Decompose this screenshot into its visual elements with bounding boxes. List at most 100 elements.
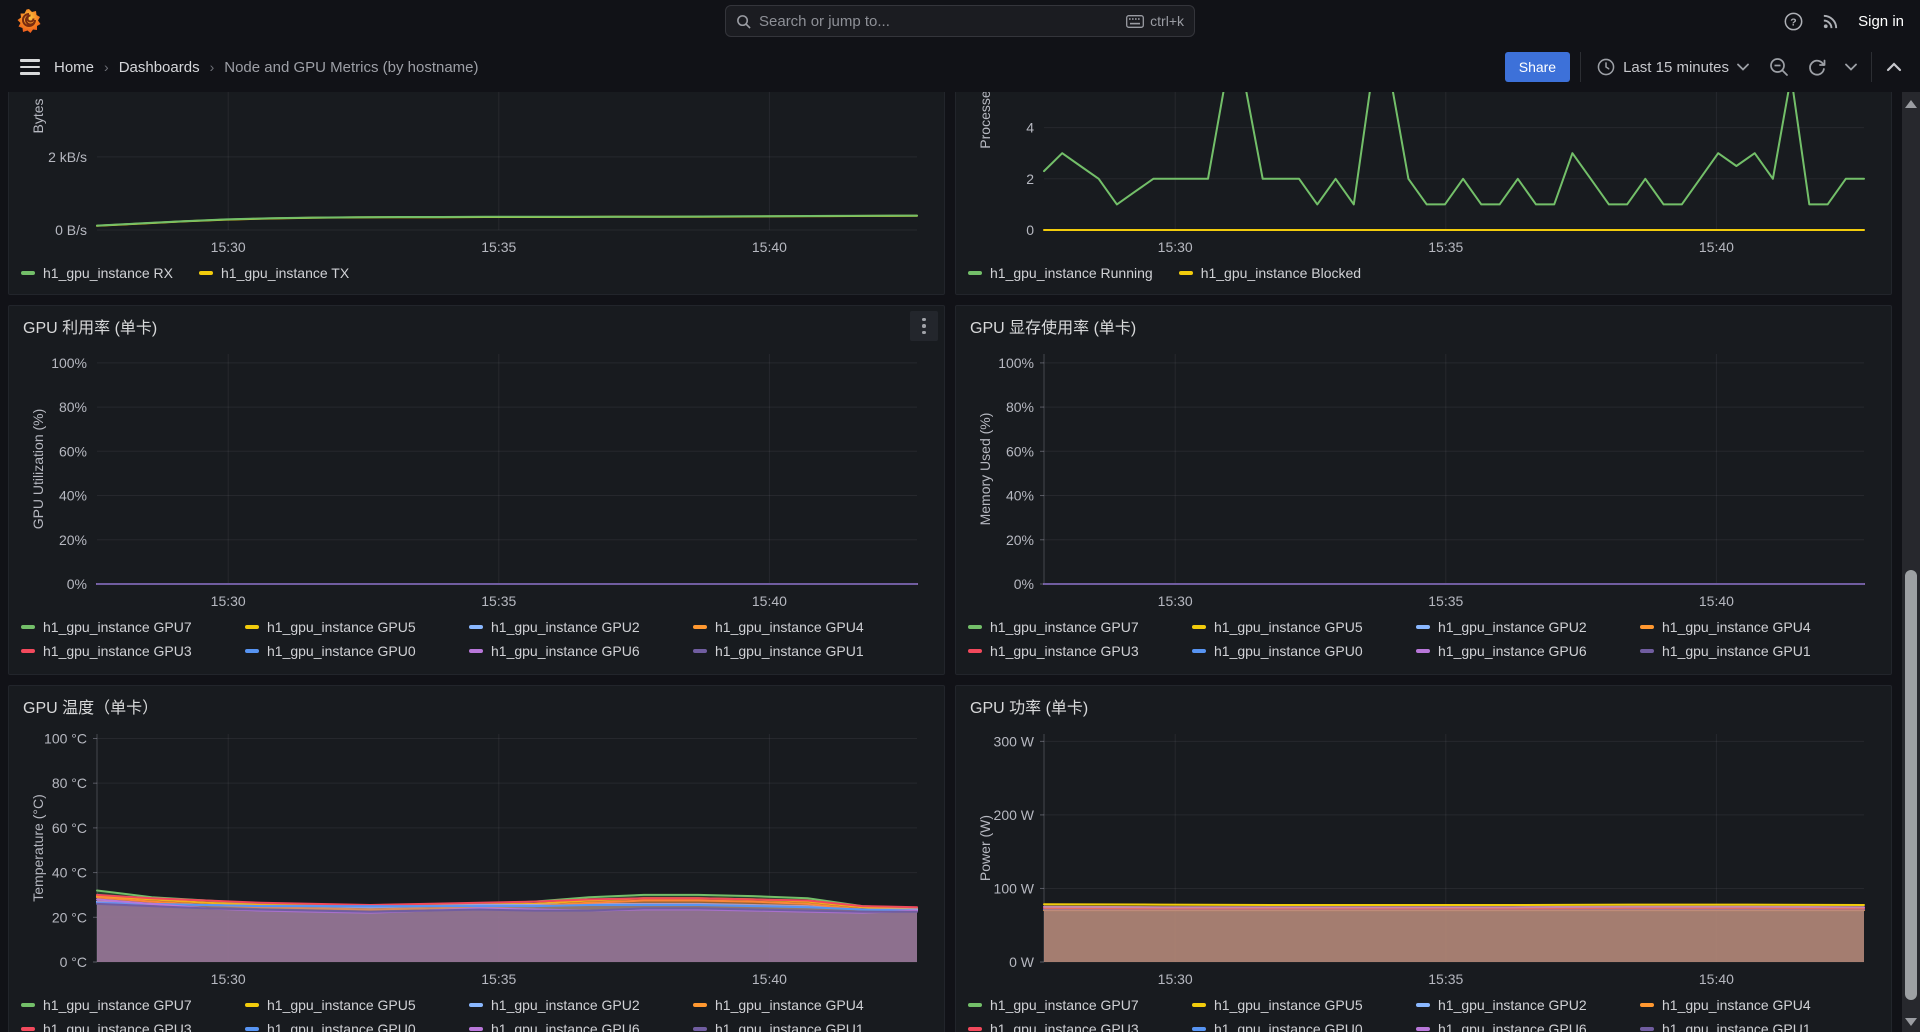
refresh-button[interactable] [1803,53,1831,81]
legend-item[interactable]: h1_gpu_instance Running [968,265,1153,281]
scrollbar-thumb[interactable] [1905,570,1917,1000]
legend-item[interactable]: h1_gpu_instance GPU4 [1640,997,1864,1013]
legend: h1_gpu_instance GPU7h1_gpu_instance GPU5… [956,995,1891,1032]
legend-item[interactable]: h1_gpu_instance GPU5 [1192,997,1416,1013]
legend-item[interactable]: h1_gpu_instance GPU3 [21,643,245,659]
legend-item[interactable]: h1_gpu_instance GPU7 [968,997,1192,1013]
zoom-out-button[interactable] [1765,53,1793,81]
legend-series-label: h1_gpu_instance GPU6 [491,643,640,659]
sign-in-link[interactable]: Sign in [1858,13,1904,30]
chart-gpu-mem[interactable]: 0%20%40%60%80%100%15:3015:3515:40Memory … [956,346,1876,612]
legend-item[interactable]: h1_gpu_instance GPU0 [245,643,469,659]
share-button[interactable]: Share [1505,52,1570,82]
legend-item[interactable]: h1_gpu_instance GPU1 [1640,1021,1864,1032]
grafana-logo[interactable] [16,8,42,34]
breadcrumb-home[interactable]: Home [54,59,94,76]
breadcrumb-dashboards[interactable]: Dashboards [119,59,200,76]
svg-text:100%: 100% [51,355,87,371]
legend-item[interactable]: h1_gpu_instance GPU7 [21,997,245,1013]
legend-item[interactable]: h1_gpu_instance GPU6 [1416,1021,1640,1032]
legend-item[interactable]: h1_gpu_instance GPU7 [968,619,1192,635]
legend-item[interactable]: h1_gpu_instance GPU7 [21,619,245,635]
chart-processes[interactable]: 02415:3015:3515:40Processes [956,92,1876,258]
legend-item[interactable]: h1_gpu_instance GPU1 [693,1021,917,1032]
legend-series-label: h1_gpu_instance GPU7 [43,997,192,1013]
legend-series-marker [21,625,35,629]
legend-series-marker [245,625,259,629]
legend-series-marker [1192,1003,1206,1007]
legend: h1_gpu_instance GPU7 h1_gpu_instance GPU5… [956,617,1891,659]
legend-item[interactable]: h1_gpu_instance GPU2 [1416,997,1640,1013]
refresh-interval-dropdown[interactable] [1841,59,1861,75]
legend-item[interactable]: h1_gpu_instance GPU2 [1416,619,1640,635]
legend-series-marker [1416,1027,1430,1031]
legend-series-label: h1_gpu_instance GPU5 [1214,619,1363,635]
chart-gpu-power[interactable]: 0 W100 W200 W300 W15:3015:3515:40Power (… [956,726,1876,990]
scroll-up-arrow[interactable] [1905,100,1917,108]
time-range-picker[interactable]: Last 15 minutes [1591,58,1755,76]
legend-series-label: h1_gpu_instance GPU6 [1438,1021,1587,1032]
legend-series-label: h1_gpu_instance GPU1 [1662,643,1811,659]
legend-series-label: h1_gpu_instance GPU1 [715,643,864,659]
legend-item[interactable]: h1_gpu_instance GPU0 [1192,643,1416,659]
menu-toggle-button[interactable] [20,59,40,75]
legend-item[interactable]: h1_gpu_instance GPU2 [469,619,693,635]
svg-text:15:35: 15:35 [481,971,516,987]
legend-item[interactable]: h1_gpu_instance GPU2 [469,997,693,1013]
legend-item[interactable]: h1_gpu_instance TX [199,265,349,281]
legend-item[interactable]: h1_gpu_instance GPU4 [693,997,917,1013]
legend-series-marker [1640,1027,1654,1031]
svg-text:4: 4 [1026,120,1034,136]
legend-series-marker [1640,625,1654,629]
svg-text:20%: 20% [1006,532,1034,548]
collapse-toolbar-button[interactable] [1882,58,1906,76]
chart-network[interactable]: 0 B/s2 kB/s15:3015:3515:40Bytes [9,92,929,258]
panel-menu-button[interactable] [910,311,938,341]
scroll-down-arrow[interactable] [1905,1018,1917,1026]
panel-title[interactable]: GPU 显存使用率 (单卡) [970,314,1136,338]
legend-item[interactable]: h1_gpu_instance GPU5 [245,997,469,1013]
legend-series-marker [968,1027,982,1031]
breadcrumb-current: Node and GPU Metrics (by hostname) [224,59,478,76]
legend-item[interactable]: h1_gpu_instance GPU0 [245,1021,469,1032]
legend-item[interactable]: h1_gpu_instance GPU6 [469,643,693,659]
panel-title[interactable]: GPU 温度（单卡） [23,694,158,718]
help-button[interactable]: ? [1784,12,1803,31]
legend-item[interactable]: h1_gpu_instance GPU6 [469,1021,693,1032]
legend-item[interactable]: h1_gpu_instance GPU0 [1192,1021,1416,1032]
legend-series-label: h1_gpu_instance GPU3 [43,1021,192,1032]
chart-gpu-util[interactable]: 0%20%40%60%80%100%15:3015:3515:40GPU Uti… [9,346,929,612]
legend-item[interactable]: h1_gpu_instance GPU3 [968,1021,1192,1032]
refresh-icon [1807,57,1827,77]
svg-text:20 °C: 20 °C [52,909,87,925]
news-button[interactable] [1821,12,1840,31]
legend-item[interactable]: h1_gpu_instance GPU3 [968,643,1192,659]
legend: h1_gpu_instance GPU7 h1_gpu_instance GPU5… [9,617,944,659]
legend-item[interactable]: h1_gpu_instance RX [21,265,173,281]
legend-series-label: h1_gpu_instance GPU2 [491,997,640,1013]
panel-gpu-temp: GPU 温度（单卡） 0 °C20 °C40 °C60 °C80 °C100 °C… [8,685,945,1032]
vertical-scrollbar[interactable] [1902,92,1920,1032]
search-input[interactable]: Search or jump to... ctrl+k [725,5,1195,37]
svg-text:15:40: 15:40 [752,593,787,609]
svg-text:80 °C: 80 °C [52,775,87,791]
chart-gpu-temp[interactable]: 0 °C20 °C40 °C60 °C80 °C100 °C15:3015:35… [9,726,929,990]
panel-title[interactable]: GPU 功率 (单卡) [970,694,1088,718]
legend-item[interactable]: h1_gpu_instance GPU1 [693,643,917,659]
legend-series-label: h1_gpu_instance GPU7 [43,619,192,635]
svg-text:40%: 40% [59,488,87,504]
svg-text:Memory Used (%): Memory Used (%) [977,413,993,526]
legend-series-label: h1_gpu_instance TX [221,265,349,281]
legend-item[interactable]: h1_gpu_instance GPU5 [1192,619,1416,635]
panel-title[interactable]: GPU 利用率 (单卡) [23,314,157,338]
legend-item[interactable]: h1_gpu_instance GPU1 [1640,643,1864,659]
svg-text:20%: 20% [59,532,87,548]
svg-text:300 W: 300 W [994,733,1035,749]
legend-item[interactable]: h1_gpu_instance GPU4 [693,619,917,635]
legend-item[interactable]: h1_gpu_instance GPU4 [1640,619,1864,635]
legend-item[interactable]: h1_gpu_instance GPU6 [1416,643,1640,659]
legend-item[interactable]: h1_gpu_instance GPU3 [21,1021,245,1032]
svg-text:40%: 40% [1006,488,1034,504]
legend-item[interactable]: h1_gpu_instance Blocked [1179,265,1361,281]
legend-item[interactable]: h1_gpu_instance GPU5 [245,619,469,635]
